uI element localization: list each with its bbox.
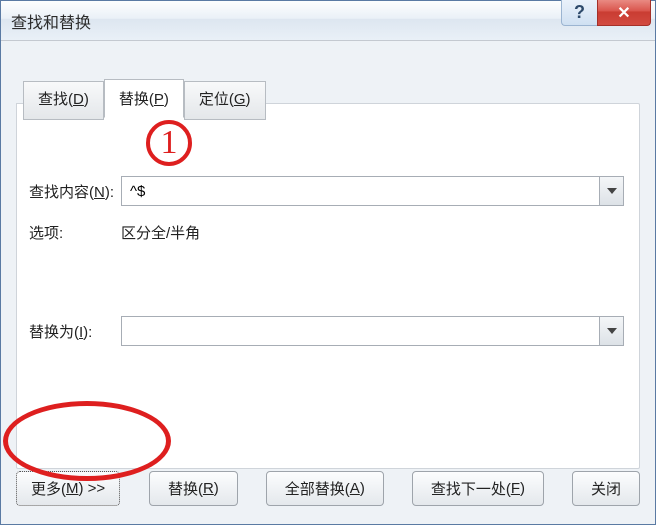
tab-replace[interactable]: 替换(P) <box>104 79 184 118</box>
close-icon: ✕ <box>617 3 630 23</box>
tab-goto[interactable]: 定位(G) <box>184 81 266 120</box>
titlebar-buttons: ? ✕ <box>561 1 655 40</box>
help-button[interactable]: ? <box>561 0 597 26</box>
tab-find[interactable]: 查找(D) <box>23 81 104 120</box>
find-label: 查找内容(N): <box>29 181 121 202</box>
replace-combo[interactable] <box>121 316 624 346</box>
dialog-client: 查找(D) 替换(P) 定位(G) 查找内容(N): <box>1 41 655 524</box>
find-combo[interactable] <box>121 176 624 206</box>
options-label: 选项: <box>29 222 121 243</box>
find-input[interactable] <box>122 177 599 205</box>
dialog-title: 查找和替换 <box>11 9 561 33</box>
replace-all-button[interactable]: 全部替换(A) <box>266 471 384 506</box>
find-dropdown-button[interactable] <box>599 177 623 205</box>
replace-label: 替换为(I): <box>29 321 121 342</box>
chevron-down-icon <box>607 328 617 334</box>
button-bar: 更多(M) >> 替换(R) 全部替换(A) 查找下一处(F) 关闭 <box>16 471 640 506</box>
button-bar-right: 替换(R) 全部替换(A) 查找下一处(F) 关闭 <box>149 471 640 506</box>
find-next-button[interactable]: 查找下一处(F) <box>412 471 544 506</box>
options-value: 区分全/半角 <box>121 222 200 243</box>
options-row: 选项: 区分全/半角 <box>29 222 624 243</box>
content-frame: 查找内容(N): 选项: 区分全/半角 替换为(I): <box>16 103 640 469</box>
replace-dropdown-button[interactable] <box>599 317 623 345</box>
close-button[interactable]: 关闭 <box>572 471 640 506</box>
help-icon: ? <box>574 2 585 23</box>
chevron-down-icon <box>607 188 617 194</box>
replace-button[interactable]: 替换(R) <box>149 471 238 506</box>
find-row: 查找内容(N): <box>29 176 624 206</box>
titlebar: 查找和替换 ? ✕ <box>1 1 655 41</box>
replace-row: 替换为(I): <box>29 316 624 346</box>
find-replace-dialog: 查找和替换 ? ✕ 查找(D) 替换(P) 定位(G) <box>0 0 656 525</box>
more-button[interactable]: 更多(M) >> <box>16 471 120 506</box>
tabstrip: 查找(D) 替换(P) 定位(G) <box>23 79 266 118</box>
close-window-button[interactable]: ✕ <box>597 0 651 26</box>
replace-input[interactable] <box>122 317 599 345</box>
